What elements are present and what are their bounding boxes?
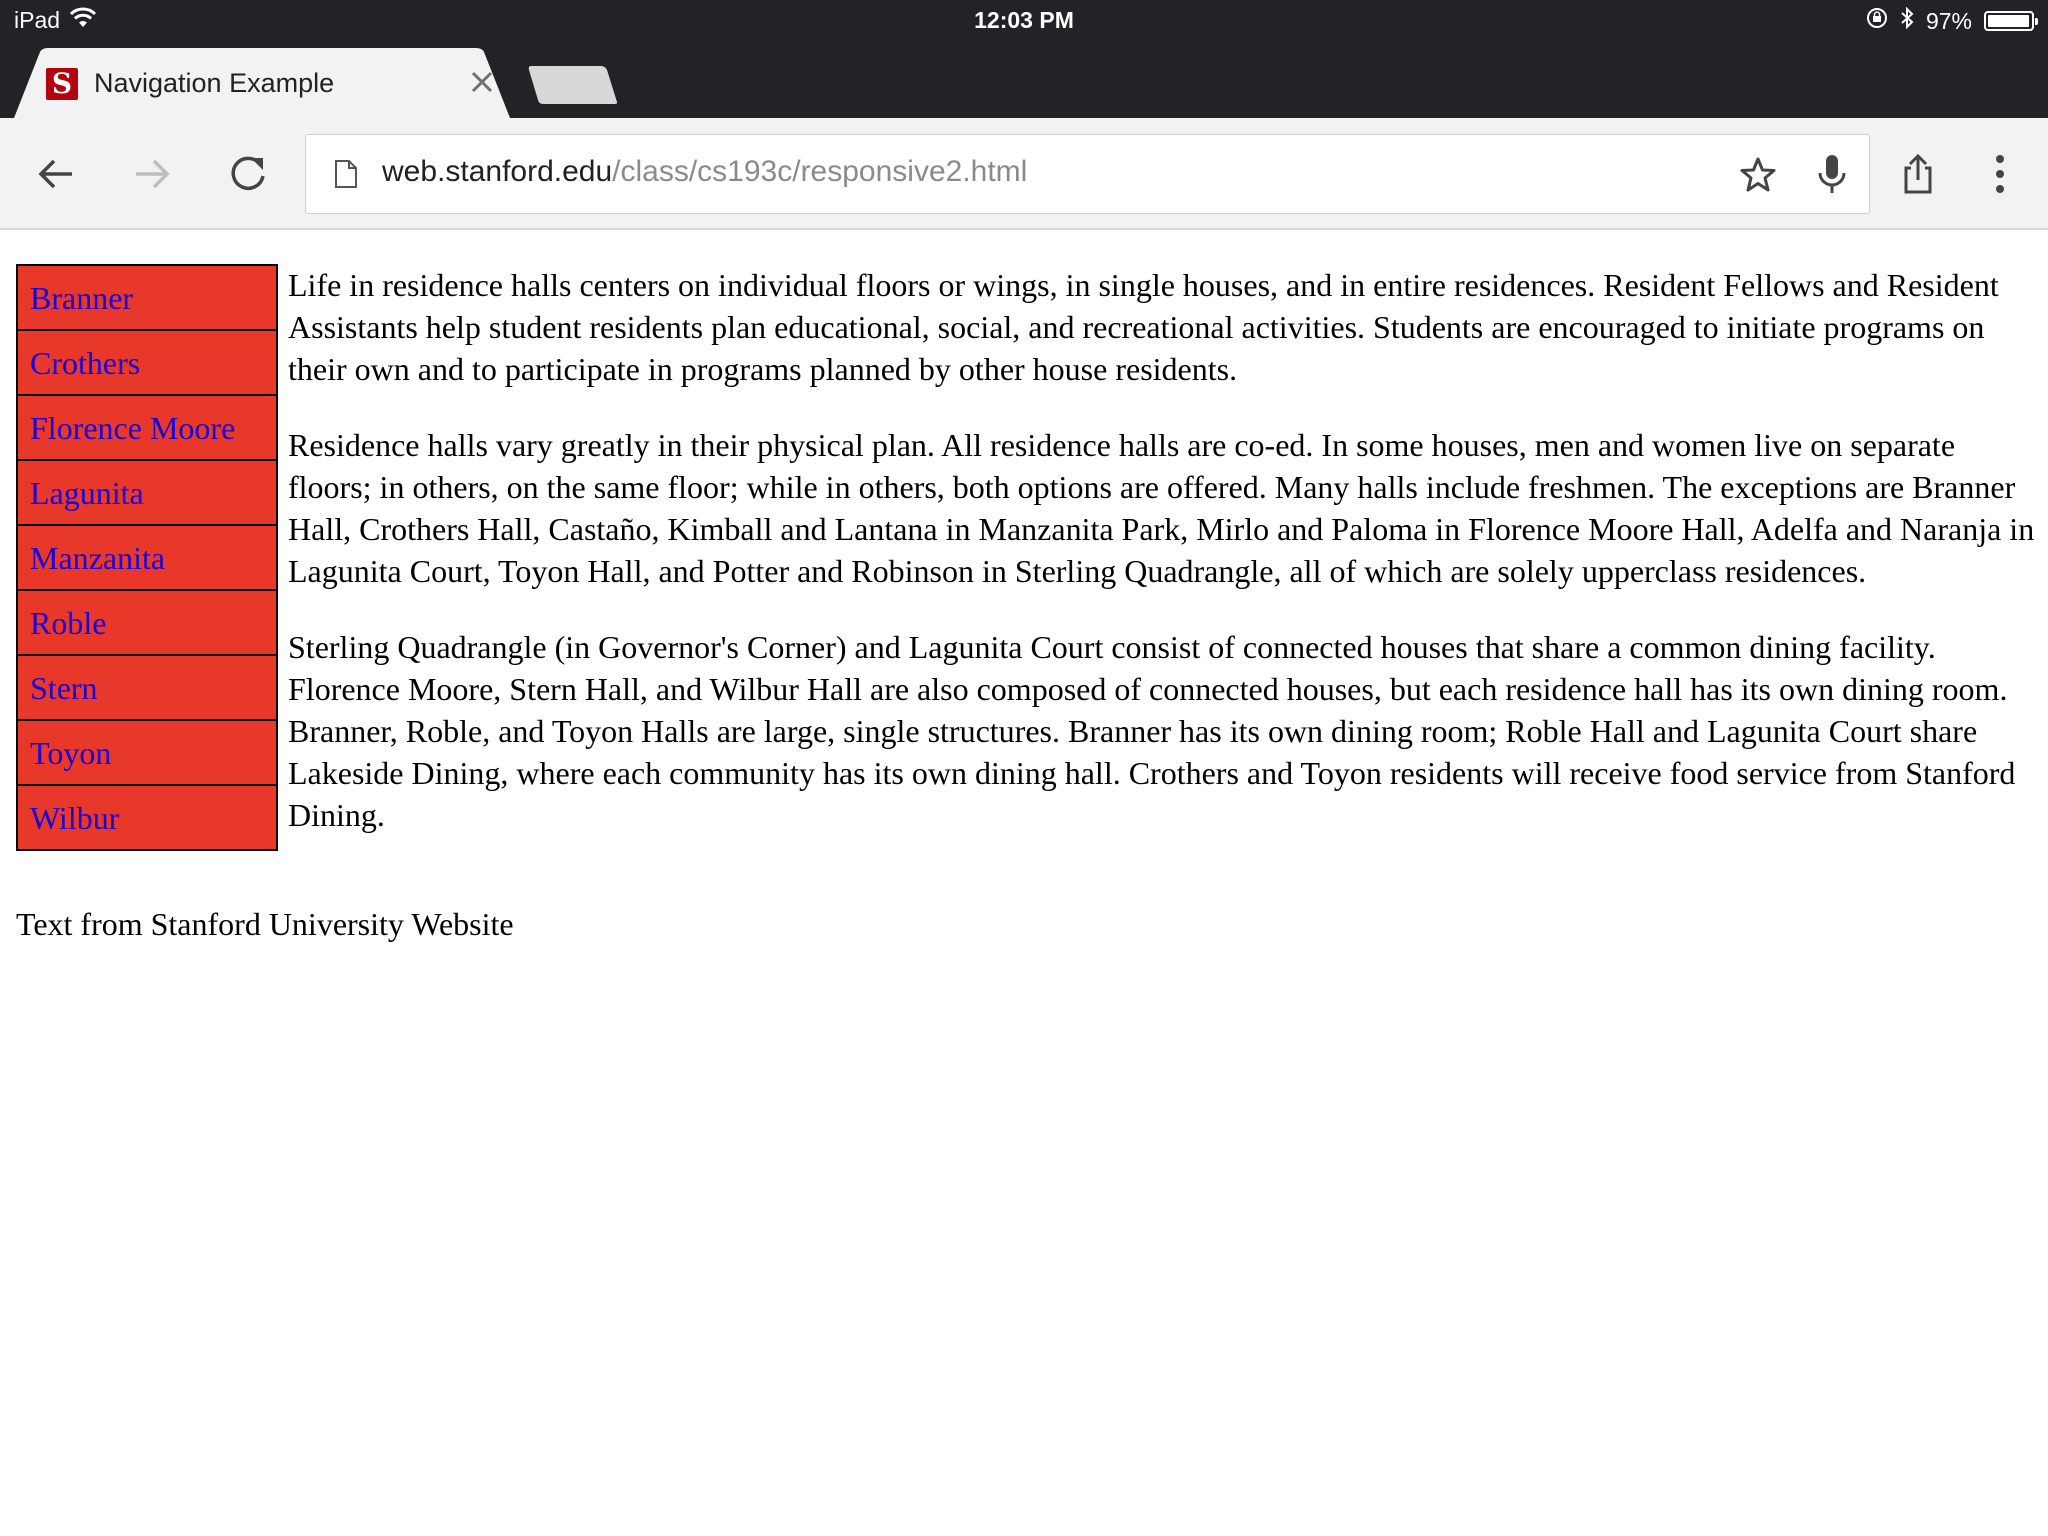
browser-toolbar: web.stanford.edu/class/cs193c/responsive… (0, 118, 2048, 230)
nav-link-toyon[interactable]: Toyon (30, 721, 276, 786)
share-icon[interactable] (1894, 150, 1942, 198)
nav-item-lagunita: Lagunita (18, 461, 276, 526)
stanford-favicon-icon: S (46, 68, 78, 100)
nav-link-stern[interactable]: Stern (30, 656, 276, 721)
nav-item-roble: Roble (18, 591, 276, 656)
nav-item-stern: Stern (18, 656, 276, 721)
page-icon (334, 159, 358, 189)
tab-navigation-example[interactable]: S Navigation Example (14, 48, 514, 118)
url-text: web.stanford.edu/class/cs193c/responsive… (382, 155, 1027, 189)
nav-item-branner: Branner (18, 266, 276, 331)
source-credit: Text from Stanford University Website (16, 906, 514, 942)
microphone-icon[interactable] (1816, 153, 1848, 197)
battery-percent: 97% (1925, 7, 1972, 34)
page-content: Branner Crothers Florence Moore Lagunita… (0, 230, 2048, 1536)
nav-link-branner[interactable]: Branner (30, 266, 276, 331)
battery-fill (1988, 15, 2029, 27)
nav-link-crothers[interactable]: Crothers (30, 331, 276, 396)
paragraph-dining: Sterling Quadrangle (in Governor's Corne… (288, 629, 2016, 833)
nav-item-manzanita: Manzanita (18, 526, 276, 591)
status-right-group: 97% (1866, 6, 2038, 35)
new-tab-button[interactable] (525, 64, 620, 106)
clock: 12:03 PM (974, 7, 1074, 33)
nav-item-florence-moore: Florence Moore (18, 396, 276, 461)
nav-item-wilbur: Wilbur (18, 786, 276, 849)
paragraph-residence-life: Life in residence halls centers on indiv… (288, 267, 1999, 387)
nav-link-wilbur[interactable]: Wilbur (30, 786, 276, 851)
battery-icon (1984, 11, 2038, 31)
orientation-lock-icon (1866, 7, 1888, 35)
reload-icon[interactable] (224, 150, 272, 198)
status-bar: iPad 12:03 PM 97% (0, 0, 2048, 42)
paragraph-physical-plan: Residence halls vary greatly in their ph… (288, 427, 2035, 589)
tab-strip: S Navigation Example (0, 42, 2048, 118)
back-arrow-icon[interactable] (32, 150, 80, 198)
nav-link-lagunita[interactable]: Lagunita (30, 461, 276, 526)
bookmark-star-icon[interactable] (1738, 155, 1778, 195)
menu-kebab-icon[interactable] (1976, 150, 2024, 198)
tab-title: Navigation Example (94, 68, 335, 98)
residence-nav: Branner Crothers Florence Moore Lagunita… (16, 264, 278, 851)
nav-link-roble[interactable]: Roble (30, 591, 276, 656)
forward-arrow-icon[interactable] (128, 150, 176, 198)
url-path: /class/cs193c/responsive2.html (612, 155, 1028, 188)
nav-item-toyon: Toyon (18, 721, 276, 786)
main-article: Life in residence halls centers on indiv… (288, 264, 2038, 870)
nav-item-crothers: Crothers (18, 331, 276, 396)
url-host: web.stanford.edu (382, 155, 613, 188)
address-bar[interactable]: web.stanford.edu/class/cs193c/responsive… (305, 134, 1870, 214)
nav-link-florence-moore[interactable]: Florence Moore (30, 396, 276, 461)
nav-link-manzanita[interactable]: Manzanita (30, 526, 276, 591)
bluetooth-icon (1900, 6, 1914, 35)
close-tab-icon[interactable] (464, 64, 500, 100)
